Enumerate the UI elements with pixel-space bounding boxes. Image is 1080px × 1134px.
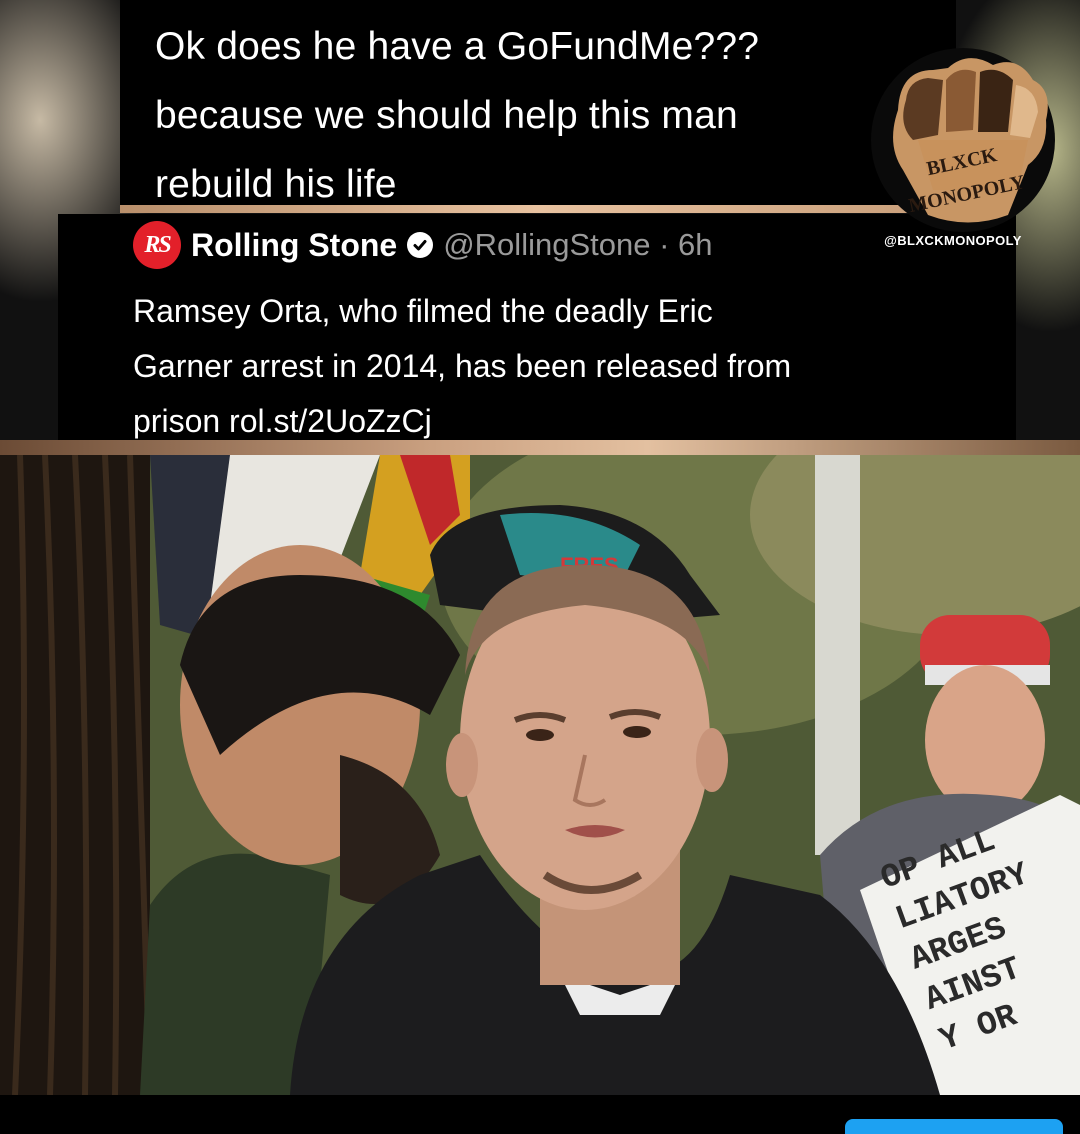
protest-photo: FRES OP ALL LIATORY ARGES AINST Y OR <box>0 455 1080 1095</box>
quote-text: Ok does he have a GoFundMe??? because we… <box>155 25 760 206</box>
rolling-stone-avatar[interactable]: RS <box>133 221 181 269</box>
tweet-body: Ramsey Orta, who filmed the deadly Eric … <box>133 293 792 439</box>
tweet-header: RS Rolling Stone @RollingStone · 6h <box>133 221 713 269</box>
brand-handle: @BLXCKMONOPOLY <box>884 233 1022 248</box>
tweet-author-name[interactable]: Rolling Stone <box>191 227 397 264</box>
action-button[interactable] <box>845 1119 1063 1134</box>
tweet-handle-time[interactable]: @RollingStone · 6h <box>443 227 712 263</box>
fist-logo-icon: BLXCK MONOPOLY <box>858 40 1068 260</box>
quote-card: Ok does he have a GoFundMe??? because we… <box>120 0 956 213</box>
verified-badge-icon <box>407 232 434 258</box>
